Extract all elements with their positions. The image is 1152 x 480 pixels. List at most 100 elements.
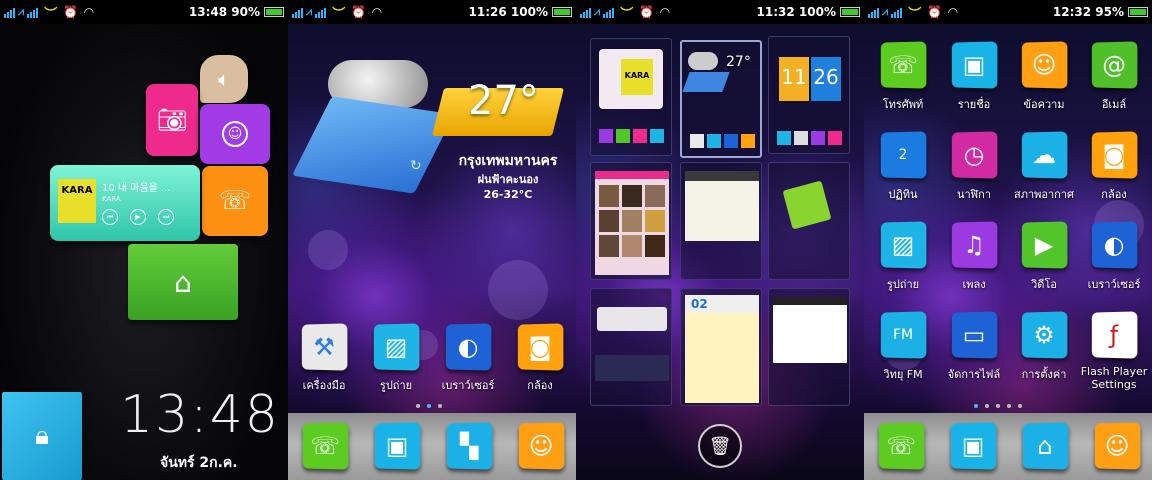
drawer-app-1[interactable]: ▣ [951,41,998,89]
album-art: KARA [58,179,96,223]
app-label-3: อีเมล์ [1101,98,1127,111]
screen-thumbnail-2[interactable]: 27° [680,40,762,158]
weather-temp-range: 26-32°C [483,188,533,201]
status-time: 13:48 90% [188,5,260,19]
camera-icon: 📷︎ [156,106,188,134]
screen-thumbnail-6[interactable] [768,162,850,280]
drawer-app-4[interactable]: 2 [880,131,927,179]
photo-icon: ▨ [891,230,915,260]
weather-widget[interactable]: ↻ 27° กรุงเทพมหานคร ฝนฟ้าคะนอง 26-32°C [291,50,568,210]
drawer-app-8[interactable]: ▨ [880,221,927,269]
refresh-icon[interactable]: ↻ [410,158,422,174]
album-art: KARA [621,59,653,95]
app-label-4: ปฏิทิน [888,188,918,201]
app-drawer-icon: ▣ [961,431,985,461]
messaging-button[interactable]: ☺ [200,104,270,164]
drawer-app-15[interactable]: ƒ [1091,311,1138,359]
alarm-icon: ⏰ [927,5,943,19]
app-label-11: เบราว์เซอร์ [1087,278,1141,291]
signal-icon: ⩘ [594,5,601,18]
music-widget[interactable]: KARA 10 내 마음을 ... KARA ⏮ ▶ ⏭ [50,165,200,241]
calendar-widget-thumbnail: 02 [685,295,759,403]
drawer-app-3[interactable]: @ [1091,41,1138,89]
message-icon: ☺ [528,431,554,461]
dock-app-1[interactable]: ▣ [950,422,997,470]
video-icon: ▶ [1034,230,1054,260]
app-label-6: สภาพอากาศ [1014,188,1074,201]
play-button[interactable]: ▶ [130,209,146,225]
globe-icon: ◐ [1103,230,1125,260]
screen-manager-panel: ⩘ ︶ ⏰ ◠ 11:32 100% KARA 27° 11 26 02 🗑︎ [576,0,864,480]
dock-app-3[interactable]: ☺ [1094,422,1141,470]
drawer-app-12[interactable]: FM [880,311,927,359]
drawer-app-9[interactable]: ♫ [951,221,998,269]
phone-icon: ☏ [310,431,341,461]
dock: ☏ ▣ ▚ ☺ [288,413,576,480]
dock-app-2[interactable]: ▚ [446,422,493,470]
screen-thumbnail-8[interactable]: 02 [680,288,762,406]
home-app-3[interactable]: ◙ [517,323,564,371]
message-icon: ☺ [1104,431,1130,461]
battery-icon [264,7,284,17]
home-app-0[interactable]: ⚒ [301,323,348,371]
speaker-icon: 🔈︎ [218,67,230,91]
trash-icon: 🗑︎ [708,435,732,457]
drawer-app-0[interactable]: ☏ [880,41,927,89]
app-label-0: โทรศัพท์ [882,98,924,111]
drawer-app-13[interactable]: ▭ [951,311,998,359]
dock-app-0[interactable]: ☏ [878,422,925,470]
app-label-15: Flash Player Settings [1080,365,1148,391]
smiley-icon: ☺ [222,121,248,147]
screen-thumbnail-3[interactable]: 11 26 [768,36,850,154]
weather-condition: ฝนฟ้าคะนอง [477,173,539,186]
camera-icon: ◙ [1102,140,1126,170]
drawer-app-10[interactable]: ▶ [1021,221,1068,269]
screen-thumbnail-1[interactable]: KARA [590,38,672,156]
home-button[interactable]: ⌂ [128,244,238,320]
camera-button[interactable]: 📷︎ [146,84,198,156]
drawer-app-2[interactable]: ☺ [1021,41,1068,89]
home-icon: ⌂ [174,265,192,299]
signal-icon: ⩘ [306,5,313,18]
wifi-icon: ◠ [660,5,670,19]
dock-app-2[interactable]: ⌂ [1022,422,1069,470]
drawer-app-7[interactable]: ◙ [1091,131,1138,179]
dock-app-1[interactable]: ▣ [374,422,421,470]
drawer-app-5[interactable]: ◷ [951,131,998,179]
weather-widget-thumbnail [688,52,718,70]
app-label-7: กล้อง [1101,188,1127,201]
app-drawer-panel: ⩘ ︶ ⏰ ◠ 12:32 95% ☏ ▣ ⌂ ☺ ☏ โทรศัพท์ ▣ รายชื่อ… [864,0,1152,480]
unlock-button[interactable]: 🔒︎ [2,392,82,480]
status-time: 11:26 100% [468,5,548,19]
temperature: 27° [468,78,539,124]
volume-button[interactable]: 🔈︎ [200,55,248,103]
next-track-button[interactable]: ⏭ [158,209,174,225]
settings-icon: ⚙ [1033,320,1055,350]
delete-screen-button[interactable]: 🗑︎ [698,424,742,468]
twitter-widget-thumbnail [773,297,847,363]
screen-thumbnail-5[interactable] [680,162,762,280]
dock-app-0[interactable]: ☏ [302,422,349,470]
app-label-9: เพลง [962,278,986,291]
drawer-app-11[interactable]: ◐ [1091,221,1138,269]
drawer-app-14[interactable]: ⚙ [1021,311,1068,359]
previous-track-button[interactable]: ⏮ [102,209,118,225]
thumb-temperature: 27° [726,54,751,70]
app-label-3: กล้อง [527,379,553,392]
dock-app-3[interactable]: ☺ [518,422,565,470]
status-time: 11:32 100% [756,5,836,19]
phone-icon: ☏ [888,50,919,80]
next-icon: ⏭ [162,212,170,221]
calendar-day: 02 [691,297,708,311]
home-app-1[interactable]: ▨ [373,323,420,371]
music-icon: ♫ [963,230,985,260]
screen-thumbnail-7[interactable] [590,288,672,406]
phone-button[interactable]: ☏ [202,166,268,236]
drawer-app-6[interactable]: ☁ [1021,131,1068,179]
screen-thumbnail-4[interactable] [590,162,672,280]
home-app-2[interactable]: ◐ [445,323,492,371]
screen-thumbnail-9[interactable] [768,288,850,406]
camera-icon: ◙ [528,332,552,362]
wifi-icon: ◠ [948,5,958,19]
alarm-icon: ⏰ [351,5,367,19]
